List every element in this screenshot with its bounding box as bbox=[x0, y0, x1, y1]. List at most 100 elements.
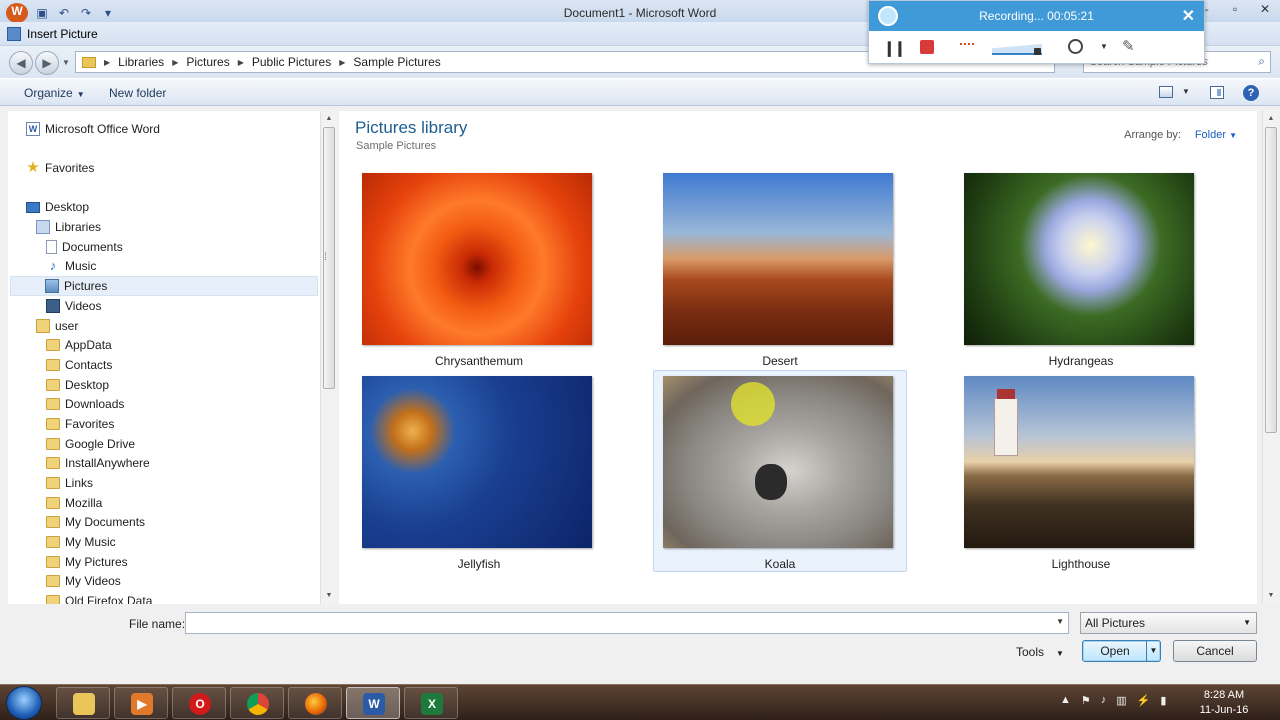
taskbar-media-player[interactable]: ▶ bbox=[114, 687, 168, 719]
folder-icon bbox=[46, 516, 60, 528]
chevron-right-icon[interactable]: ▶ bbox=[104, 58, 110, 67]
cancel-button[interactable]: Cancel bbox=[1173, 640, 1257, 662]
tools-button[interactable]: Tools ▼ bbox=[1016, 645, 1064, 659]
nav-item-label: Google Drive bbox=[65, 437, 136, 451]
breadcrumb-public-pictures[interactable]: Public Pictures bbox=[252, 55, 331, 69]
back-button[interactable]: ◀ bbox=[9, 51, 33, 75]
file-list-scrollbar[interactable]: ▲ ▼ bbox=[1262, 111, 1279, 604]
taskbar-chrome[interactable] bbox=[230, 687, 284, 719]
folder-icon bbox=[46, 339, 60, 351]
organize-label: Organize bbox=[24, 86, 73, 100]
chevron-right-icon[interactable]: ▶ bbox=[339, 58, 345, 67]
taskbar-clock[interactable]: 8:28 AM 11-Jun-16 bbox=[1194, 688, 1254, 718]
taskbar-opera[interactable]: O bbox=[172, 687, 226, 719]
taskbar-word[interactable]: W bbox=[346, 687, 400, 719]
thumbnail-hydrangeas[interactable]: Hydrangeas bbox=[964, 173, 1194, 368]
thumbnail-desert[interactable]: Desert bbox=[663, 173, 893, 368]
scroll-thumb[interactable] bbox=[1265, 127, 1277, 433]
nav-item-music[interactable]: ♪ Music bbox=[46, 256, 97, 276]
folder-icon bbox=[46, 398, 60, 410]
open-options-icon[interactable]: ▼ bbox=[1146, 641, 1160, 661]
recent-locations-icon[interactable]: ▼ bbox=[62, 58, 70, 67]
show-hidden-icons-icon[interactable]: ▲ bbox=[1060, 694, 1071, 707]
nav-item-old-firefox-data[interactable]: Old Firefox Data bbox=[46, 591, 152, 604]
scroll-down-icon[interactable]: ▼ bbox=[1263, 588, 1279, 604]
close-icon[interactable]: ✕ bbox=[1250, 0, 1280, 20]
nav-item-mozilla[interactable]: Mozilla bbox=[46, 493, 102, 513]
nav-item-desktop[interactable]: Desktop bbox=[26, 197, 89, 217]
signal-icon[interactable]: ▮ bbox=[1160, 694, 1166, 707]
scroll-down-icon[interactable]: ▼ bbox=[321, 588, 337, 604]
nav-item-label: My Music bbox=[65, 535, 116, 549]
arrange-by-label: Arrange by: bbox=[1124, 129, 1181, 141]
library-icon bbox=[36, 220, 50, 234]
preview-pane-icon[interactable] bbox=[1210, 86, 1224, 99]
help-icon[interactable]: ? bbox=[1243, 85, 1259, 101]
taskbar-explorer[interactable] bbox=[56, 687, 110, 719]
scroll-up-icon[interactable]: ▲ bbox=[1263, 111, 1279, 127]
nav-item-my-music[interactable]: My Music bbox=[46, 532, 116, 552]
thumbnail-chrysanthemum[interactable]: Chrysanthemum bbox=[362, 173, 592, 368]
nav-item-videos[interactable]: Videos bbox=[46, 296, 101, 316]
pause-icon[interactable]: ❙❙ bbox=[883, 39, 906, 57]
action-center-icon[interactable]: ⚑ bbox=[1081, 694, 1091, 707]
webcam-icon[interactable] bbox=[1068, 39, 1083, 54]
change-view-icon[interactable] bbox=[1159, 86, 1173, 98]
power-icon[interactable]: ⚡ bbox=[1137, 694, 1151, 707]
chevron-down-icon[interactable]: ▼ bbox=[1182, 87, 1190, 96]
chevron-down-icon[interactable]: ▼ bbox=[1056, 617, 1064, 626]
taskbar-excel[interactable]: X bbox=[404, 687, 458, 719]
search-icon[interactable]: ⌕ bbox=[1258, 54, 1265, 69]
navigation-pane-scrollbar[interactable]: ▲ ▼ bbox=[320, 111, 337, 604]
file-type-select[interactable]: All Pictures ▼ bbox=[1080, 612, 1257, 634]
thumbnail-jellyfish[interactable]: Jellyfish bbox=[362, 376, 592, 571]
taskbar-firefox[interactable] bbox=[288, 687, 342, 719]
breadcrumb-libraries[interactable]: Libraries bbox=[118, 55, 164, 69]
volume-icon[interactable]: ♪ bbox=[1101, 694, 1107, 707]
start-button[interactable] bbox=[6, 686, 42, 720]
thumbnail-koala[interactable]: Koala bbox=[663, 376, 893, 571]
nav-item-documents[interactable]: Documents bbox=[46, 237, 123, 257]
file-name-input[interactable] bbox=[186, 613, 1046, 633]
audio-level-icon bbox=[960, 43, 974, 45]
stop-icon[interactable] bbox=[920, 40, 934, 54]
user-folder-icon bbox=[36, 319, 50, 333]
network-icon[interactable]: ▥ bbox=[1116, 694, 1126, 707]
chevron-right-icon[interactable]: ▶ bbox=[238, 58, 244, 67]
nav-item-favorites[interactable]: ★ Favorites bbox=[26, 158, 94, 178]
nav-item-installanywhere[interactable]: InstallAnywhere bbox=[46, 453, 150, 473]
nav-item-my-pictures[interactable]: My Pictures bbox=[46, 552, 128, 572]
pane-splitter[interactable]: ⁞ bbox=[324, 252, 327, 263]
thumbnail-lighthouse[interactable]: Lighthouse bbox=[964, 376, 1194, 571]
breadcrumb-sample-pictures[interactable]: Sample Pictures bbox=[353, 55, 440, 69]
breadcrumb-pictures[interactable]: Pictures bbox=[186, 55, 229, 69]
nav-item-libraries[interactable]: Libraries bbox=[36, 217, 101, 237]
nav-item-user[interactable]: user bbox=[36, 316, 78, 336]
jellyfish-image bbox=[362, 376, 592, 548]
nav-item-favorites-folder[interactable]: Favorites bbox=[46, 414, 114, 434]
nav-item-my-videos[interactable]: My Videos bbox=[46, 571, 121, 591]
chevron-right-icon[interactable]: ▶ bbox=[172, 58, 178, 67]
close-icon[interactable]: ✕ bbox=[1182, 6, 1195, 26]
open-button[interactable]: Open ▼ bbox=[1082, 640, 1161, 662]
nav-item-links[interactable]: Links bbox=[46, 473, 93, 493]
nav-item-microsoft-office-word[interactable]: W Microsoft Office Word bbox=[26, 119, 160, 139]
chevron-down-icon[interactable]: ▼ bbox=[1100, 42, 1108, 51]
organize-button[interactable]: Organize ▼ bbox=[24, 86, 85, 100]
nav-item-contacts[interactable]: Contacts bbox=[46, 355, 112, 375]
new-folder-button[interactable]: New folder bbox=[109, 86, 166, 100]
thumbnail-caption: Desert bbox=[762, 354, 798, 368]
pen-icon[interactable]: ✎ bbox=[1122, 37, 1135, 55]
scroll-up-icon[interactable]: ▲ bbox=[321, 111, 337, 127]
arrange-by-dropdown[interactable]: Folder ▼ bbox=[1195, 129, 1237, 141]
nav-item-appdata[interactable]: AppData bbox=[46, 335, 112, 355]
nav-item-google-drive[interactable]: Google Drive bbox=[46, 434, 135, 454]
lock-icon[interactable] bbox=[1034, 48, 1041, 55]
nav-item-downloads[interactable]: Downloads bbox=[46, 394, 124, 414]
recorder-controls: ❙❙ ▼ ✎ bbox=[869, 31, 1204, 65]
forward-button[interactable]: ▶ bbox=[35, 51, 59, 75]
maximize-icon[interactable]: ▫ bbox=[1220, 0, 1250, 20]
nav-item-desktop-folder[interactable]: Desktop bbox=[46, 375, 109, 395]
nav-item-my-documents[interactable]: My Documents bbox=[46, 512, 145, 532]
nav-item-pictures[interactable]: Pictures bbox=[10, 276, 318, 296]
